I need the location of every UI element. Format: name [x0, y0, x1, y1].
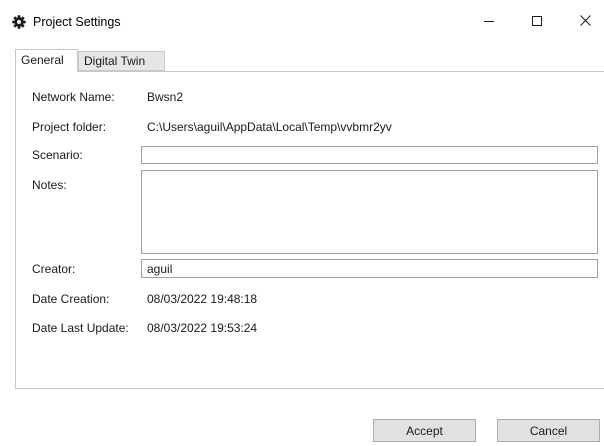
notes-label: Notes: [32, 178, 67, 192]
close-icon [579, 15, 591, 29]
gear-icon [12, 15, 26, 29]
minimize-icon [484, 15, 494, 29]
window-title: Project Settings [33, 15, 121, 29]
date-last-update-label: Date Last Update: [32, 321, 129, 335]
network-name-label: Network Name: [32, 90, 115, 104]
network-name-value: Bwsn2 [147, 90, 184, 104]
tab-digital-twin[interactable]: Digital Twin [78, 51, 165, 71]
notes-textarea[interactable] [141, 170, 598, 254]
creator-input[interactable] [141, 259, 598, 278]
close-button[interactable] [562, 0, 604, 44]
project-folder-value: C:\Users\aguil\AppData\Local\Temp\vvbmr2… [147, 120, 392, 134]
project-folder-label: Project folder: [32, 120, 107, 134]
date-creation-value: 08/03/2022 19:48:18 [147, 292, 258, 306]
title-bar: Project Settings [0, 0, 604, 44]
maximize-button[interactable] [514, 0, 560, 44]
scenario-label: Scenario: [32, 148, 83, 162]
tab-strip: General Digital Twin [15, 49, 595, 72]
cancel-button[interactable]: Cancel [497, 419, 600, 442]
creator-label: Creator: [32, 262, 76, 276]
accept-button[interactable]: Accept [373, 419, 476, 442]
maximize-icon [532, 15, 542, 29]
scenario-input[interactable] [141, 146, 598, 164]
date-creation-label: Date Creation: [32, 292, 110, 306]
minimize-button[interactable] [466, 0, 512, 44]
tab-general[interactable]: General [15, 49, 78, 72]
date-last-update-value: 08/03/2022 19:53:24 [147, 321, 258, 335]
